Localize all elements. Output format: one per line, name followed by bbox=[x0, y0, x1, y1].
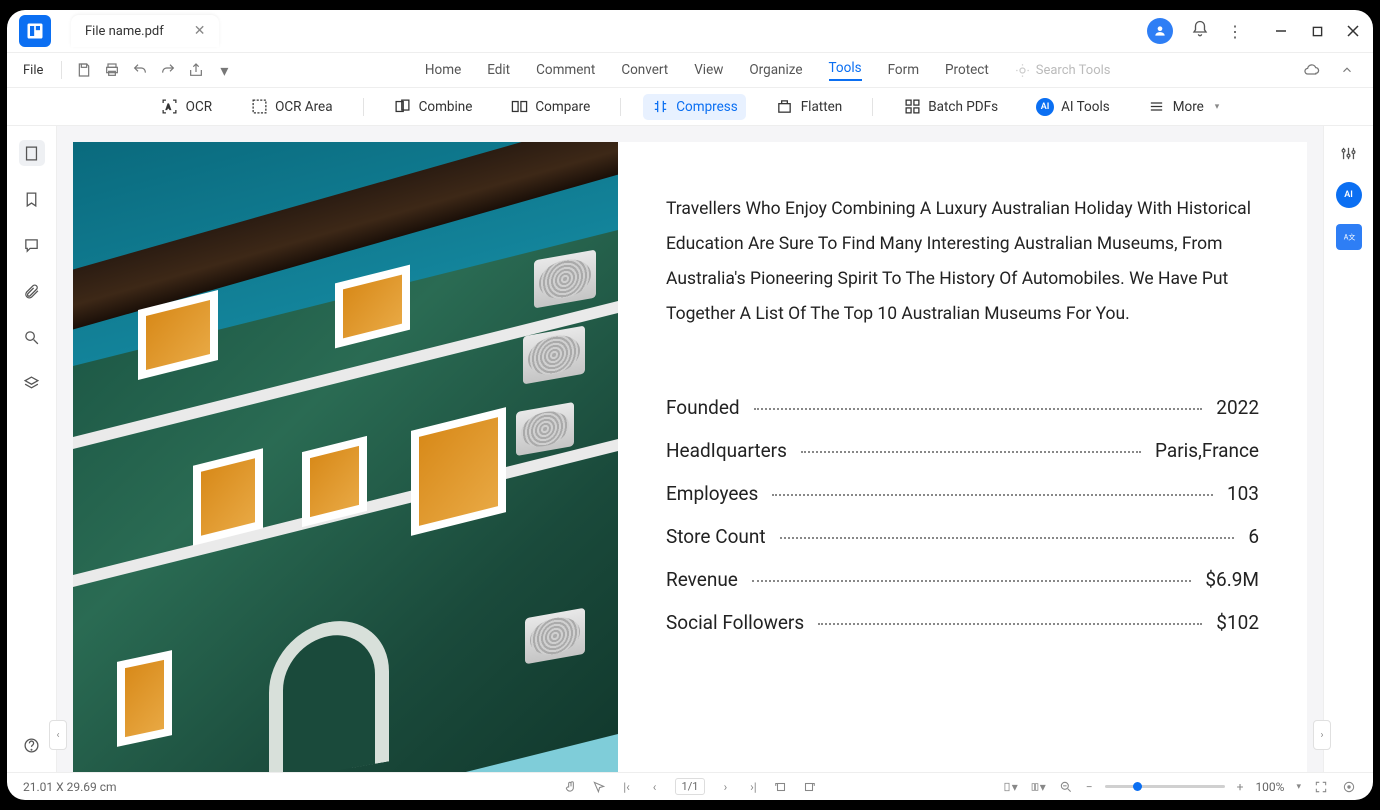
collapse-left-icon[interactable]: ‹ bbox=[49, 720, 67, 750]
save-icon[interactable] bbox=[74, 60, 94, 80]
info-row: Social Followers $102 bbox=[666, 611, 1259, 634]
svg-text:A: A bbox=[166, 102, 171, 111]
plus-icon[interactable]: + bbox=[1237, 780, 1244, 794]
zoom-dropdown-icon[interactable]: ▾ bbox=[1296, 782, 1301, 792]
info-row: Founded 2022 bbox=[666, 396, 1259, 419]
comment-panel-icon[interactable] bbox=[19, 232, 45, 258]
select-tool-icon[interactable] bbox=[591, 779, 607, 795]
redo-icon[interactable] bbox=[158, 60, 178, 80]
minus-icon[interactable]: − bbox=[1086, 780, 1093, 794]
row-label: Employees bbox=[666, 482, 758, 505]
print-icon[interactable] bbox=[102, 60, 122, 80]
hand-tool-icon[interactable] bbox=[563, 779, 579, 795]
chevron-down-icon: ▾ bbox=[1215, 102, 1220, 112]
scroll-mode-icon[interactable]: ▾ bbox=[1002, 779, 1018, 795]
row-value: $6.9M bbox=[1205, 568, 1259, 591]
next-page-icon[interactable]: › bbox=[717, 779, 733, 795]
search-tools[interactable]: Search Tools bbox=[1015, 63, 1111, 78]
row-value: 2022 bbox=[1216, 396, 1259, 419]
compress-button[interactable]: Compress bbox=[643, 94, 745, 120]
help-icon[interactable] bbox=[19, 732, 45, 758]
minimize-icon[interactable] bbox=[1273, 23, 1289, 39]
first-page-icon[interactable]: |‹ bbox=[619, 779, 635, 795]
menu-home[interactable]: Home bbox=[425, 62, 461, 78]
app-logo bbox=[19, 15, 51, 47]
fit-icon[interactable] bbox=[1341, 779, 1357, 795]
menu-view[interactable]: View bbox=[694, 62, 723, 78]
document-image bbox=[73, 142, 618, 772]
fullscreen-icon[interactable] bbox=[1313, 779, 1329, 795]
menu-tools[interactable]: Tools bbox=[829, 60, 862, 81]
info-row: Store Count 6 bbox=[666, 525, 1259, 548]
file-tab[interactable]: File name.pdf ✕ bbox=[71, 15, 219, 47]
flatten-button[interactable]: Flatten bbox=[768, 94, 851, 120]
translate-icon[interactable]: A文 bbox=[1336, 224, 1362, 250]
zoom-level: 100% bbox=[1255, 780, 1284, 794]
maximize-icon[interactable] bbox=[1309, 23, 1325, 39]
info-row: Revenue $6.9M bbox=[666, 568, 1259, 591]
menu-organize[interactable]: Organize bbox=[749, 62, 802, 78]
row-value: Paris,France bbox=[1155, 439, 1259, 462]
rotate-right-icon[interactable] bbox=[801, 779, 817, 795]
undo-icon[interactable] bbox=[130, 60, 150, 80]
row-label: Social Followers bbox=[666, 611, 804, 634]
more-icon[interactable]: ⋮ bbox=[1227, 22, 1243, 41]
ocr-area-button[interactable]: OCR Area bbox=[242, 94, 341, 120]
menu-convert[interactable]: Convert bbox=[621, 62, 668, 78]
menu-edit[interactable]: Edit bbox=[487, 62, 510, 78]
row-label: Store Count bbox=[666, 525, 766, 548]
page-layout-icon[interactable]: ▾ bbox=[1030, 779, 1046, 795]
cloud-icon[interactable] bbox=[1301, 60, 1321, 80]
dropdown-icon[interactable]: ▾ bbox=[214, 60, 234, 80]
ocr-button[interactable]: AOCR bbox=[153, 94, 220, 120]
last-page-icon[interactable]: ›| bbox=[745, 779, 761, 795]
menu-form[interactable]: Form bbox=[888, 62, 919, 78]
prev-page-icon[interactable]: ‹ bbox=[647, 779, 663, 795]
more-button[interactable]: More▾ bbox=[1140, 94, 1228, 120]
combine-button[interactable]: Combine bbox=[386, 94, 481, 120]
tab-filename: File name.pdf bbox=[85, 24, 164, 39]
user-avatar[interactable] bbox=[1147, 18, 1173, 44]
row-value: 6 bbox=[1248, 525, 1259, 548]
layers-panel-icon[interactable] bbox=[19, 370, 45, 396]
chevron-up-icon[interactable] bbox=[1337, 60, 1357, 80]
menu-protect[interactable]: Protect bbox=[945, 62, 989, 78]
row-value: 103 bbox=[1227, 482, 1259, 505]
document-page: Travellers Who Enjoy Combining A Luxury … bbox=[73, 142, 1307, 772]
compare-button[interactable]: Compare bbox=[502, 94, 598, 120]
row-label: Revenue bbox=[666, 568, 738, 591]
menu-comment[interactable]: Comment bbox=[536, 62, 595, 78]
info-row: Employees 103 bbox=[666, 482, 1259, 505]
bookmark-panel-icon[interactable] bbox=[19, 186, 45, 212]
zoom-slider[interactable] bbox=[1105, 785, 1225, 788]
ai-icon: AI bbox=[1036, 98, 1054, 116]
collapse-right-icon[interactable]: › bbox=[1313, 720, 1331, 750]
close-tab-icon[interactable]: ✕ bbox=[194, 23, 206, 39]
close-window-icon[interactable] bbox=[1345, 23, 1361, 39]
ai-tools-button[interactable]: AIAI Tools bbox=[1028, 94, 1118, 120]
zoom-out-icon[interactable] bbox=[1058, 779, 1074, 795]
page-dimensions: 21.01 X 29.69 cm bbox=[23, 780, 563, 794]
intro-text: Travellers Who Enjoy Combining A Luxury … bbox=[666, 192, 1259, 332]
share-icon[interactable] bbox=[186, 60, 206, 80]
file-menu[interactable]: File bbox=[23, 63, 43, 78]
info-row: HeadIquarters Paris,France bbox=[666, 439, 1259, 462]
search-panel-icon[interactable] bbox=[19, 324, 45, 350]
ai-side-icon[interactable]: AI bbox=[1336, 182, 1362, 208]
rotate-left-icon[interactable] bbox=[773, 779, 789, 795]
attachment-panel-icon[interactable] bbox=[19, 278, 45, 304]
batch-button[interactable]: Batch PDFs bbox=[895, 94, 1006, 120]
row-label: Founded bbox=[666, 396, 740, 419]
thumbnail-panel-icon[interactable] bbox=[19, 140, 45, 166]
row-value: $102 bbox=[1216, 611, 1259, 634]
svg-text:A文: A文 bbox=[1343, 232, 1355, 241]
bell-icon[interactable] bbox=[1191, 20, 1209, 42]
page-indicator[interactable]: 1/1 bbox=[675, 778, 706, 795]
properties-icon[interactable] bbox=[1336, 140, 1362, 166]
row-label: HeadIquarters bbox=[666, 439, 787, 462]
